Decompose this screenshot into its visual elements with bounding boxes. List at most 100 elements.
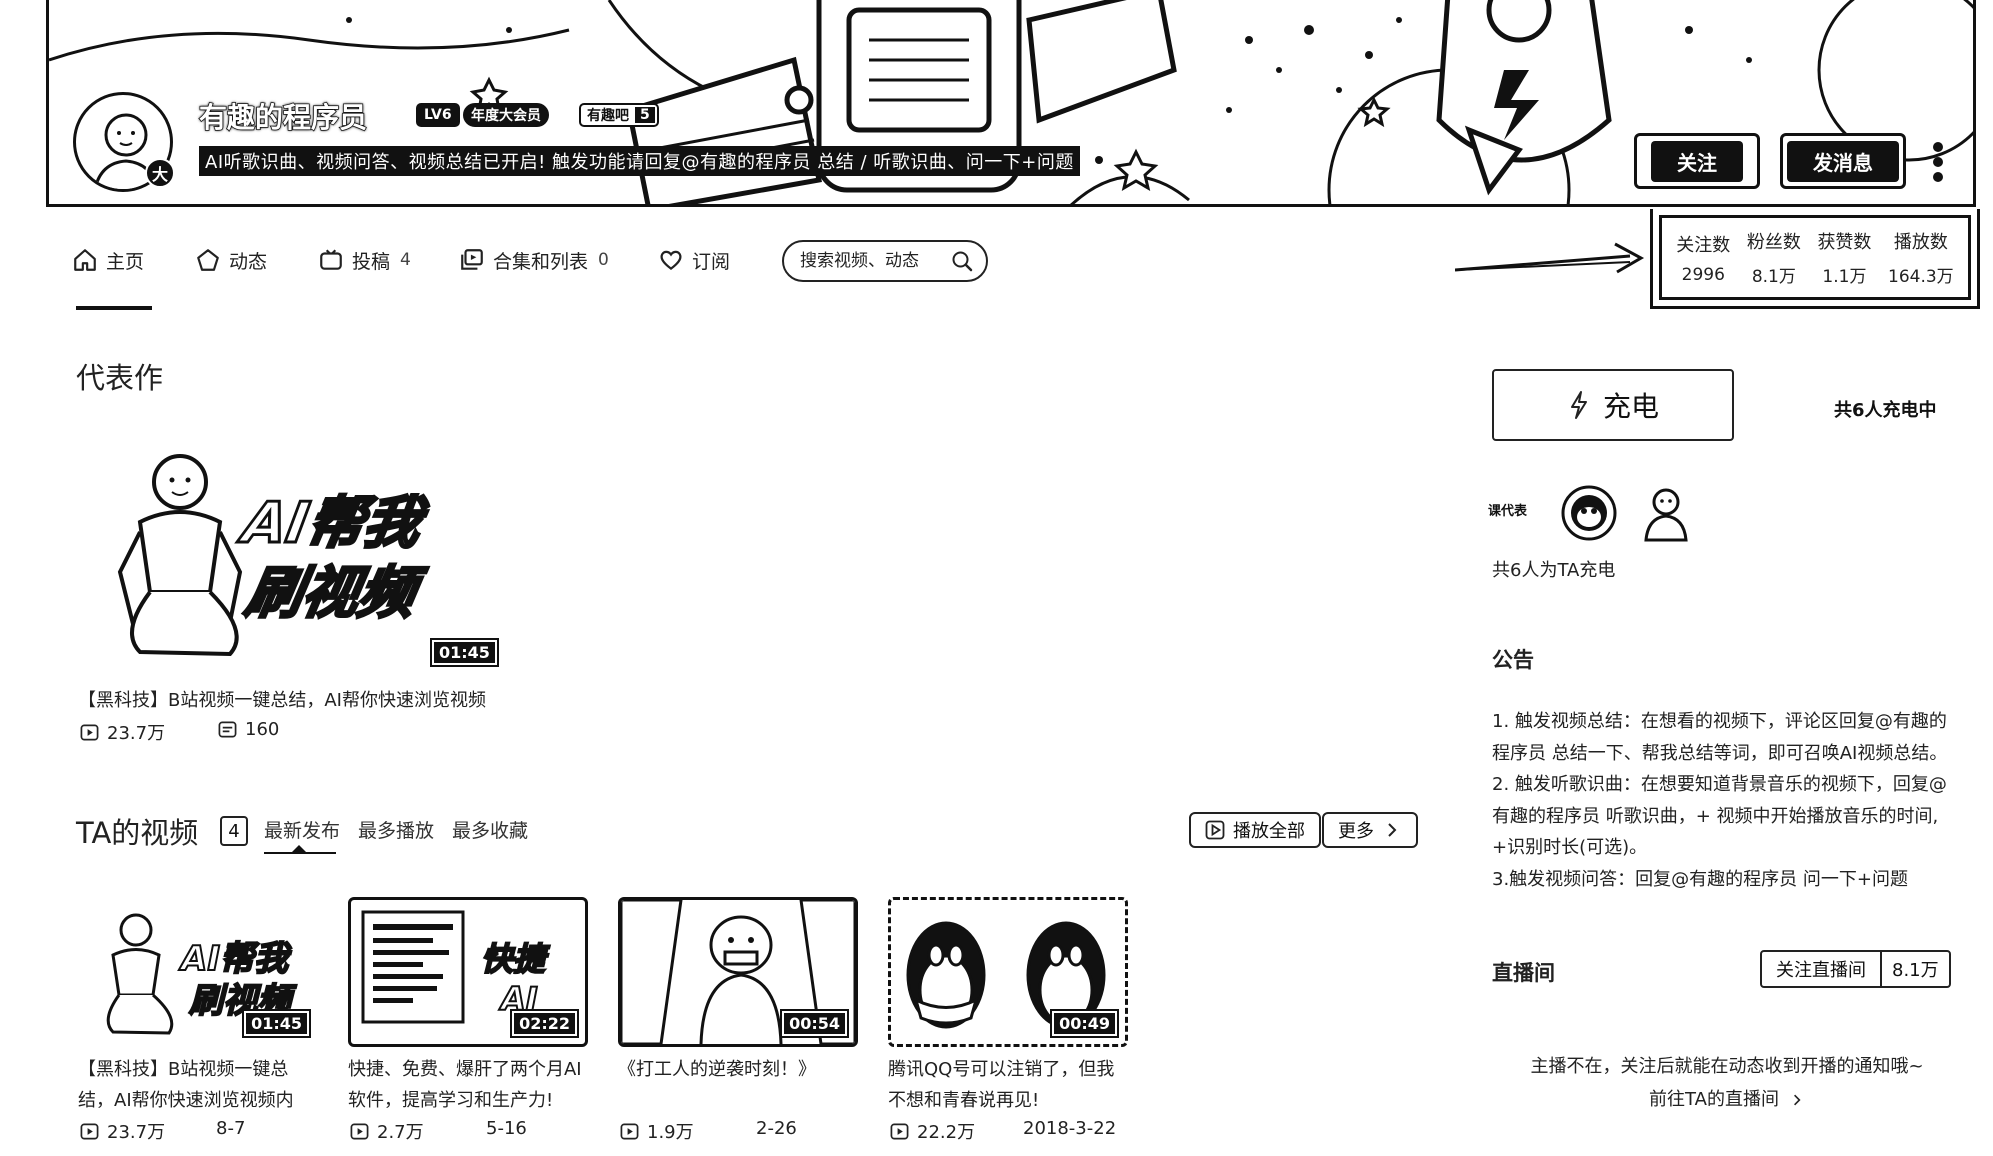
play-count: 23.7万 [107,1122,166,1143]
masterpiece-thumbnail[interactable]: AI帮我 刷视频 01:45 [80,432,500,672]
video-duration: 00:54 [780,1009,849,1038]
video-plays: 22.2万 [890,1118,975,1144]
stat-following[interactable]: 关注数 2996 [1676,231,1730,285]
cover-text-line2: 刷视频 [241,561,430,626]
video-duration: 02:22 [510,1009,579,1038]
video-duration: 00:49 [1050,1009,1119,1038]
follow-live-button[interactable]: 关注直播间 8.1万 [1760,950,1951,988]
charge-count: 共6人充电中 [1834,400,1937,421]
level-badge: LV6 [416,103,460,127]
masterpiece-title[interactable]: 【黑科技】B站视频一键总结，AI帮你快速浏览视频 [78,686,486,716]
video-thumbnail[interactable]: 快捷 AI 02:22 [348,897,588,1047]
space-search[interactable] [782,240,988,282]
collection-icon [461,249,483,270]
charge-button[interactable]: 充电 [1492,369,1734,441]
dynamic-icon [197,249,219,271]
video-title[interactable]: 【黑科技】B站视频一键总结，AI帮你快速浏览视频内 [78,1054,318,1116]
stat-followers[interactable]: 粉丝数 8.1万 [1747,228,1801,287]
charge-button-label: 充电 [1602,390,1659,423]
stat-value: 164.3万 [1888,267,1954,287]
cover-text-line1: AI帮我 [178,939,292,979]
fan-medal-badge[interactable]: 有趣吧 5 [579,103,659,127]
videos-heading: TA的视频 [76,816,199,850]
masterpiece-cover: AI帮我 刷视频 [117,454,434,657]
tab-collections-count: 0 [598,250,609,270]
play-count-icon [890,1123,909,1139]
video-date: 8-7 [216,1118,246,1139]
follow-button-label: 关注 [1651,140,1743,182]
follow-button[interactable]: 关注 [1634,133,1760,189]
video-date: 2018-3-22 [1023,1118,1117,1139]
stat-value: 1.1万 [1822,267,1867,287]
live-follower-count: 8.1万 [1880,952,1949,986]
play-count: 22.2万 [917,1122,976,1143]
notice-line: 程序员 总结一下、帮我总结等词，即可召唤AI视频总结。 [1492,742,1948,764]
stats-panel: 关注数 2996 粉丝数 8.1万 获赞数 1.1万 播放数 164.3万 [1650,209,1980,309]
play-count: 23.7万 [107,723,166,744]
play-all-button[interactable]: 播放全部 [1189,812,1321,848]
supporter-avatar[interactable] [1560,484,1618,542]
notice-line: +识别时长(可选)。 [1492,837,1648,858]
play-count-icon [80,1123,99,1139]
search-icon[interactable] [950,248,974,274]
tab-subscriptions[interactable]: 订阅 [658,244,730,276]
fan-medal-label: 有趣吧 [587,108,629,124]
live-offline-note: 主播不在，关注后就能在动态收到开播的通知哦~ 前往TA的直播间 [1492,1050,1962,1116]
video-title[interactable]: 快捷、免费、爆肝了两个月AI软件，提高学习和生产力! [348,1054,588,1116]
video-thumbnail[interactable]: 00:49 [888,897,1128,1047]
stat-label: 获赞数 [1817,232,1872,253]
play-count-icon [80,724,99,740]
chevron-right-icon [1793,1094,1801,1105]
cover-text-line1: 快捷 [481,940,550,978]
live-heading: 直播间 [1492,961,1555,985]
go-to-live-link[interactable]: 前往TA的直播间 [1492,1083,1962,1116]
sort-tab-latest[interactable]: 最新发布 [264,816,340,843]
tab-dynamic[interactable]: 动态 [195,244,267,276]
search-input[interactable] [800,251,950,271]
masterpiece-plays: 23.7万 [80,719,165,745]
tab-home[interactable]: 主页 [72,244,144,276]
video-plays: 2.7万 [350,1118,424,1144]
tab-subscriptions-label: 订阅 [692,250,731,273]
supporter-avatar[interactable] [1640,484,1692,542]
tab-collections[interactable]: 合集和列表 0 [459,244,609,276]
more-videos-button[interactable]: 更多 [1322,812,1418,848]
play-count-icon [350,1123,369,1139]
video-duration: 01:45 [242,1009,311,1038]
username: 有趣的程序员 [198,100,368,135]
follow-live-label: 关注直播间 [1776,960,1866,981]
video-thumbnail[interactable]: AI帮我 刷视频 01:45 [78,897,318,1047]
tab-uploads-count: 4 [400,250,411,270]
avatar-badge: 大 [145,158,175,188]
stat-plays: 播放数 164.3万 [1888,228,1954,287]
tab-dynamic-label: 动态 [229,250,268,273]
arrow-icon [1455,242,1645,274]
lightning-icon [1570,391,1587,419]
sort-tab-underline [264,852,336,854]
video-title[interactable]: 腾讯QQ号可以注销了，但我不想和青春说再见! [888,1054,1128,1116]
stat-likes: 获赞数 1.1万 [1817,228,1871,287]
notice-line: 有趣的程序员 听歌识曲，+ 视频中开始播放音乐的时间, [1492,805,1939,827]
notice-line: 3.触发视频问答：回复@有趣的程序员 问一下+问题 [1492,868,1908,890]
stat-value: 2996 [1681,264,1725,285]
video-thumbnail[interactable]: 00:54 [618,897,858,1047]
user-signature: AI听歌识曲、视频问答、视频总结已开启! 触发功能请回复@有趣的程序员 总结 /… [199,146,1080,176]
sort-tab-most-favorited[interactable]: 最多收藏 [452,816,528,843]
play-count: 1.9万 [647,1122,694,1143]
videos-count-badge: 4 [220,816,248,846]
masterpiece-danmaku: 160 [218,719,279,740]
vip-badge[interactable]: 年度大会员 [463,103,549,127]
tab-uploads[interactable]: 投稿 4 [318,244,411,276]
play-all-label: 播放全部 [1233,821,1305,842]
video-duration: 01:45 [430,638,499,667]
play-icon [1205,820,1225,840]
more-videos-label: 更多 [1338,821,1374,842]
message-button[interactable]: 发消息 [1780,133,1906,189]
video-plays: 23.7万 [80,1118,165,1144]
video-date: 2-26 [756,1118,797,1139]
more-options-icon[interactable] [1933,142,1947,182]
video-title[interactable]: 《打工人的逆袭时刻！》 [618,1054,858,1085]
video-date: 5-16 [486,1118,527,1139]
masterpiece-heading: 代表作 [76,361,164,395]
sort-tab-most-played[interactable]: 最多播放 [358,816,434,843]
